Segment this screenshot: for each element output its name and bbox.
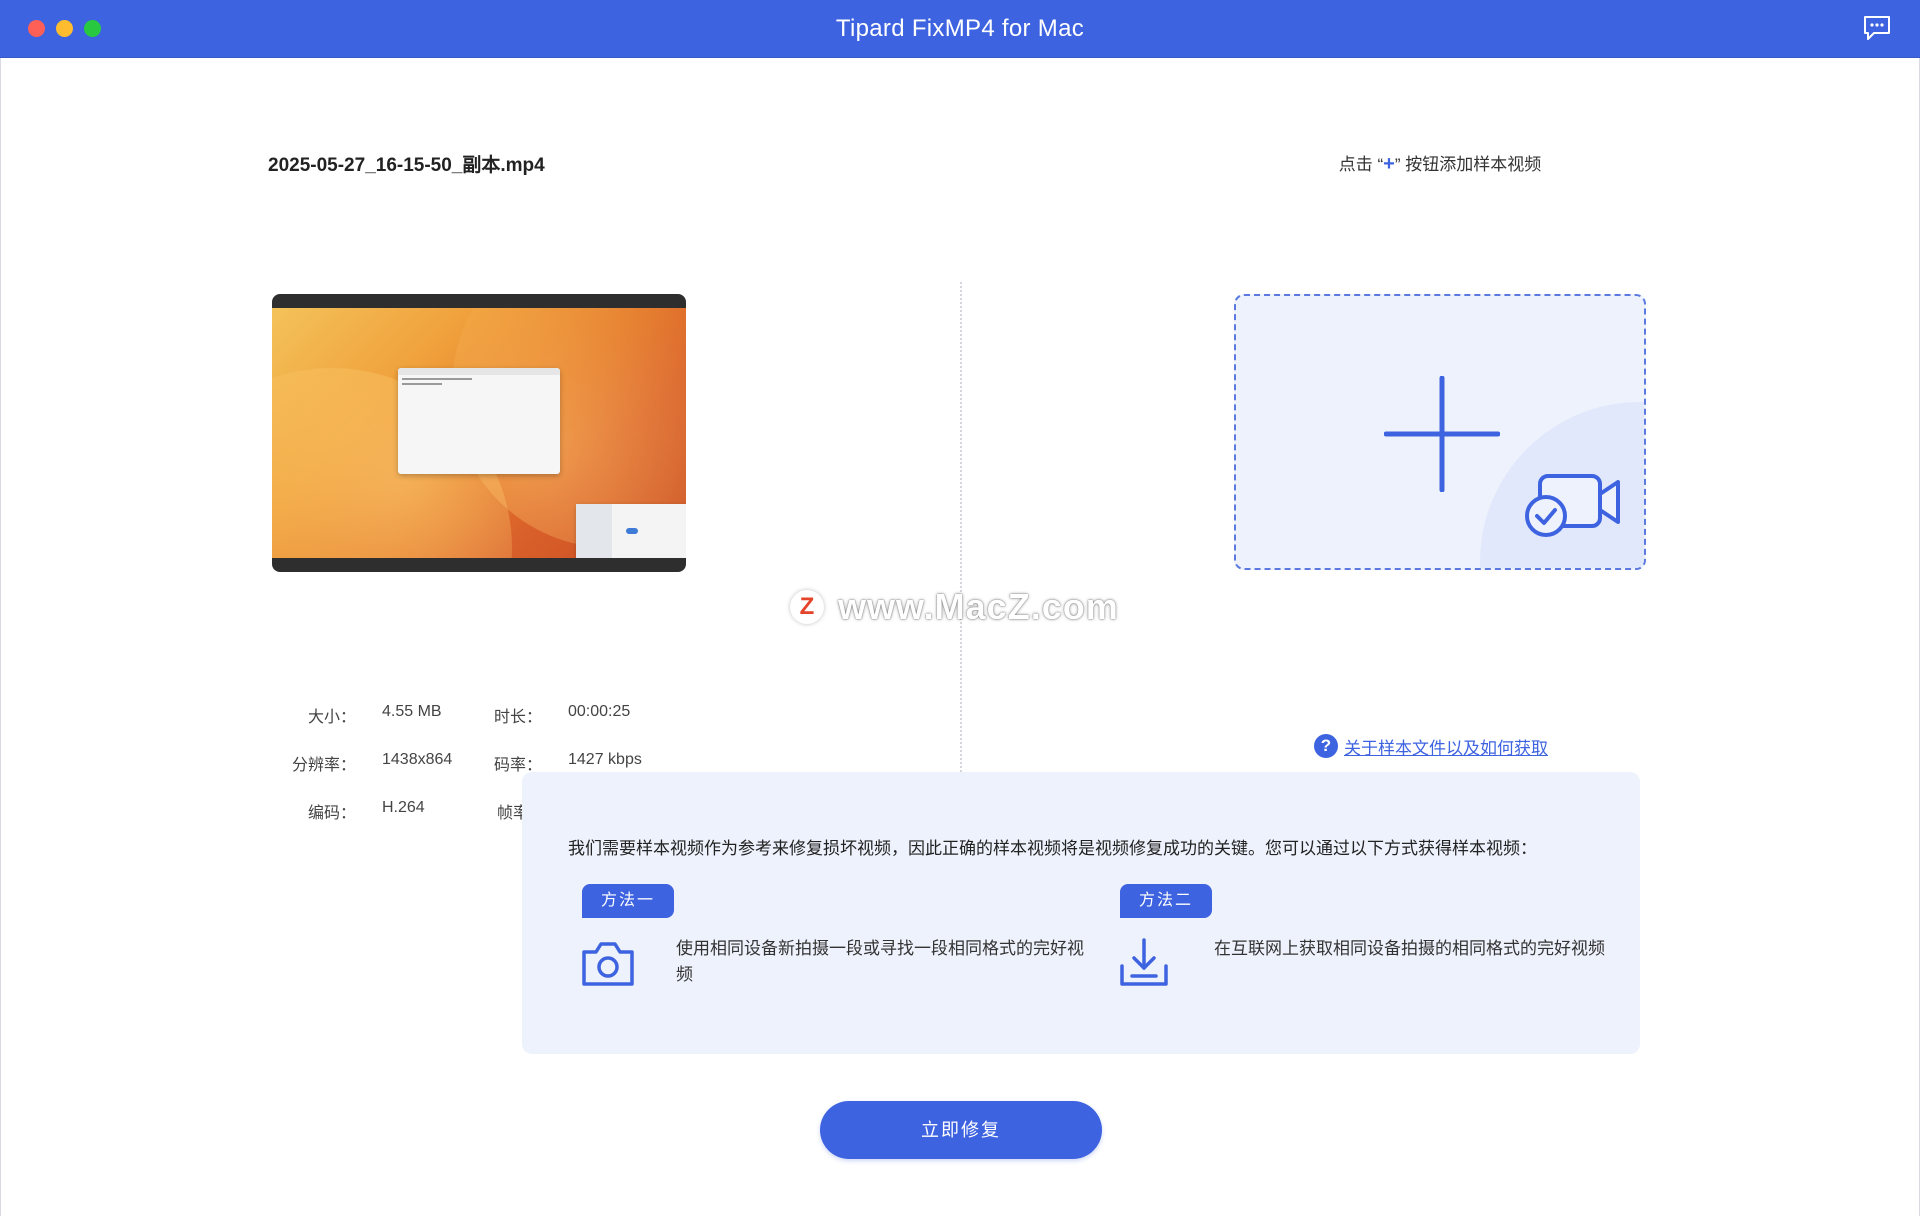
sample-help-link-text[interactable]: 关于样本文件以及如何获取 xyxy=(1344,734,1548,759)
window-border-left xyxy=(0,58,1,1216)
window-title: Tipard FixMP4 for Mac xyxy=(835,15,1085,42)
size-value: 4.55 MB xyxy=(382,703,442,720)
codec-value: H.264 xyxy=(382,799,425,816)
duration-value: 00:00:25 xyxy=(568,703,631,720)
repair-now-button[interactable]: 立即修复 xyxy=(820,1101,1102,1159)
sample-help-link[interactable]: ? 关于样本文件以及如何获取 xyxy=(1314,732,1548,760)
title-bar: Tipard FixMP4 for Mac xyxy=(0,0,1920,58)
sample-hint-prefix: 点击 “ xyxy=(1338,155,1384,174)
watermark-logo: Z xyxy=(790,590,824,624)
video-camera-check-icon xyxy=(1525,474,1620,537)
panel-divider xyxy=(960,282,962,772)
download-icon xyxy=(1120,938,1168,986)
codec-label: 编码： xyxy=(307,805,356,822)
watermark-text: www.MacZ.com xyxy=(838,586,1119,627)
thumbnail-finder-window xyxy=(576,504,686,558)
resolution-value: 1438x864 xyxy=(382,751,453,768)
add-sample-video-button[interactable] xyxy=(1234,294,1646,570)
bitrate-value: 1427 kbps xyxy=(568,751,642,768)
resolution-label: 分辨率： xyxy=(291,757,356,774)
thumbnail-desktop-wallpaper xyxy=(272,308,686,558)
duration-label: 时长： xyxy=(493,709,542,726)
thumbnail-terminal-window xyxy=(398,368,560,474)
method2-text: 在互联网上获取相同设备拍摄的相同格式的完好视频 xyxy=(1214,939,1605,958)
watermark: Z www.MacZ.com xyxy=(790,586,1119,628)
size-label: 大小： xyxy=(307,709,356,726)
sample-hint-plus: + xyxy=(1383,153,1395,175)
popup-description: 我们需要样本视频作为参考来修复损坏视频，因此正确的样本视频将是视频修复成功的关键… xyxy=(568,839,1537,858)
source-video-thumbnail xyxy=(272,294,686,572)
feedback-icon[interactable] xyxy=(1862,14,1892,42)
question-icon: ? xyxy=(1314,734,1338,758)
sample-hint: 点击 “+” 按钮添加样本视频 xyxy=(1230,150,1650,176)
method2-tag: 方法二 xyxy=(1120,884,1212,918)
plus-icon xyxy=(1384,376,1500,492)
method1-tag: 方法一 xyxy=(582,884,674,918)
sample-info-popup: 我们需要样本视频作为参考来修复损坏视频，因此正确的样本视频将是视频修复成功的关键… xyxy=(522,772,1640,1054)
source-file-name: 2025-05-27_16-15-50_副本.mp4 xyxy=(268,155,545,176)
camera-icon xyxy=(582,942,634,986)
sample-hint-suffix: ” 按钮添加样本视频 xyxy=(1394,155,1542,174)
method1-text: 使用相同设备新拍摄一段或寻找一段相同格式的完好视频 xyxy=(676,939,1084,984)
